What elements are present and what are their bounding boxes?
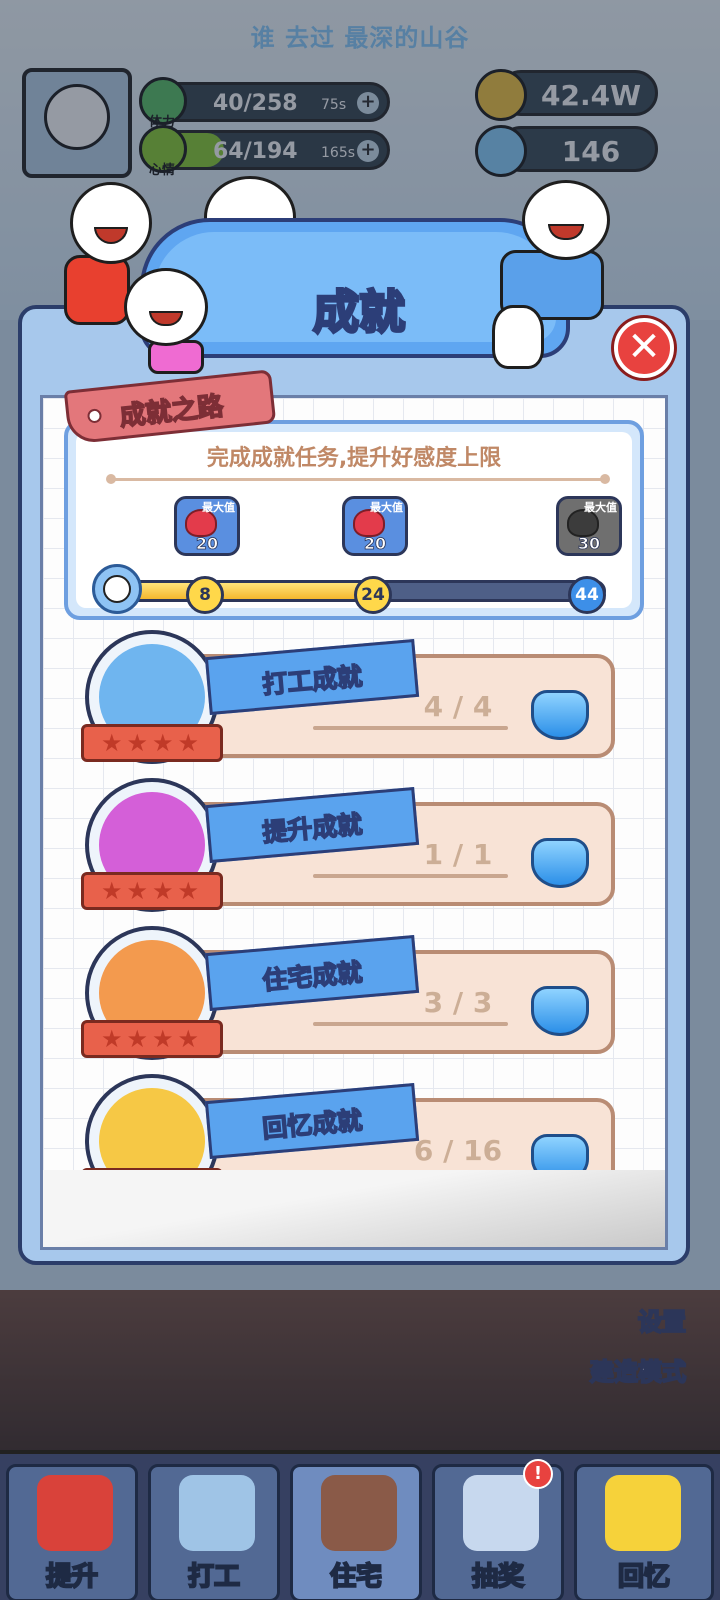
- achievement-progress: 4 / 4: [423, 690, 493, 723]
- achievement-row[interactable]: ★★★★ 打工成就 4 / 4: [81, 630, 645, 770]
- reward-value: 30: [577, 534, 601, 554]
- achievement-name: 提升成就: [260, 809, 364, 848]
- close-icon: ✕: [627, 324, 661, 370]
- smile-face-icon: [103, 575, 131, 603]
- milestone-reward-1[interactable]: 最大值 20: [174, 496, 240, 556]
- subtitle-divider: [106, 474, 610, 484]
- reward-gem-icon[interactable]: [531, 986, 589, 1036]
- cat-icon: [492, 305, 544, 369]
- star-rating: ★★★★: [81, 872, 223, 910]
- character-blue-head: [522, 180, 610, 260]
- character-mouth: [148, 310, 184, 327]
- achievement-list[interactable]: ★★★★ 打工成就 4 / 4 ★★★★ 提升成就 1 / 1 ★★★★ 住宅成…: [40, 630, 668, 1170]
- star-rating: ★★★★: [81, 724, 223, 762]
- road-progress-fill: [121, 583, 372, 599]
- house-icon: [321, 1475, 397, 1551]
- reward-max-label: 最大值: [202, 501, 235, 514]
- bottom-nav: 提升 打工 住宅 抽奖 ! 回忆: [0, 1450, 720, 1600]
- settings-button[interactable]: 设置: [560, 1302, 687, 1337]
- nav-upgrade[interactable]: 提升: [6, 1464, 138, 1600]
- paper-curl: [40, 1170, 668, 1250]
- nav-memory[interactable]: 回忆: [574, 1464, 714, 1600]
- milestone-node-2: 24: [354, 576, 392, 614]
- achievement-name: 打工成就: [260, 661, 364, 700]
- achievement-progress-line: [313, 1022, 508, 1026]
- work-icon: [179, 1475, 255, 1551]
- reward-gem-icon[interactable]: [531, 690, 589, 740]
- nav-label: 抽奖: [471, 1561, 525, 1593]
- milestone-reward-2[interactable]: 最大值 20: [342, 496, 408, 556]
- reward-gem-icon[interactable]: [531, 838, 589, 888]
- character-red-head: [70, 182, 152, 264]
- character-red-body: [64, 255, 130, 325]
- nav-work[interactable]: 打工: [148, 1464, 280, 1600]
- build-mode-button[interactable]: 建造模式: [540, 1352, 687, 1387]
- achievement-progress-line: [313, 874, 508, 878]
- notification-badge: !: [523, 1459, 553, 1489]
- achievement-row[interactable]: ★★★★ 住宅成就 3 / 3: [81, 926, 645, 1066]
- nav-gacha[interactable]: 抽奖 !: [432, 1459, 564, 1600]
- book-icon: [37, 1475, 113, 1551]
- close-button[interactable]: ✕: [614, 318, 674, 378]
- star-rating: ★★★★: [81, 1020, 223, 1058]
- nav-label: 住宅: [329, 1561, 383, 1593]
- reward-max-label: 最大值: [584, 501, 617, 514]
- achievement-name: 住宅成就: [260, 957, 364, 996]
- road-subtitle: 完成成就任务,提升好感度上限: [206, 446, 502, 471]
- medal-inner: [99, 1088, 205, 1170]
- achievement-progress: 6 / 16: [413, 1134, 503, 1167]
- nav-label: 提升: [45, 1561, 99, 1593]
- achievement-row[interactable]: ★★★★ 提升成就 1 / 1: [81, 778, 645, 918]
- achievement-progress-line: [313, 726, 508, 730]
- road-tag-label: 成就之路: [117, 391, 225, 433]
- character-pink-head: [124, 268, 208, 346]
- achievement-progress: 1 / 1: [423, 838, 493, 871]
- tag-hole: [86, 408, 103, 424]
- character-mouth: [547, 223, 585, 240]
- road-start-badge: [92, 564, 142, 614]
- achievement-progress: 3 / 3: [423, 986, 493, 1019]
- camera-medal-icon: [85, 1074, 219, 1170]
- nav-house[interactable]: 住宅: [290, 1464, 422, 1600]
- reward-value: 20: [363, 534, 387, 554]
- gacha-icon: [463, 1475, 539, 1551]
- achievement-row[interactable]: ★★★★ 回忆成就 6 / 16: [81, 1074, 645, 1170]
- reward-value: 20: [195, 534, 219, 554]
- camera-icon: [605, 1475, 681, 1551]
- nav-label: 回忆: [617, 1561, 671, 1593]
- nav-label: 打工: [187, 1561, 241, 1593]
- milestone-reward-3[interactable]: 最大值 30: [556, 496, 622, 556]
- milestone-node-3: 44: [568, 576, 606, 614]
- reward-max-label: 最大值: [370, 501, 403, 514]
- reward-gem-icon[interactable]: [531, 1134, 589, 1170]
- milestone-node-1: 8: [186, 576, 224, 614]
- character-mouth: [94, 226, 128, 244]
- achievement-name: 回忆成就: [260, 1105, 364, 1144]
